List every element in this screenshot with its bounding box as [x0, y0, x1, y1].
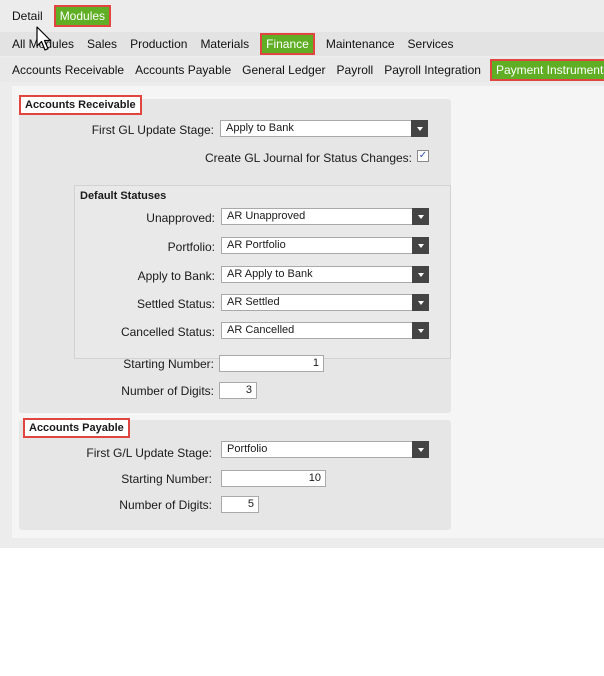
ap-number-of-digits-input[interactable]: 5	[221, 496, 259, 513]
chevron-down-icon[interactable]	[412, 208, 429, 225]
settled-status-select[interactable]: AR Settled	[221, 294, 429, 311]
tab-production[interactable]: Production	[130, 36, 187, 52]
module-tab-bar: All Modules Sales Production Materials F…	[0, 32, 604, 56]
unapproved-label: Unapproved:	[146, 211, 215, 225]
cancelled-status-select[interactable]: AR Cancelled	[221, 322, 429, 339]
chevron-down-icon[interactable]	[412, 266, 429, 283]
portfolio-value: AR Portfolio	[227, 239, 286, 251]
ap-starting-number-input[interactable]: 10	[221, 470, 326, 487]
settings-panel: Accounts Receivable First GL Update Stag…	[12, 86, 604, 538]
default-statuses-title: Default Statuses	[80, 190, 167, 202]
tab-modules[interactable]: Modules	[53, 5, 112, 27]
ap-first-gl-update-stage-value: Portfolio	[227, 443, 268, 455]
tab-payroll-integration[interactable]: Payroll Integration	[384, 62, 481, 78]
ar-starting-number-label: Starting Number:	[123, 357, 214, 371]
accounts-payable-section: Accounts Payable First G/L Update Stage:…	[19, 418, 451, 530]
portfolio-select[interactable]: AR Portfolio	[221, 237, 429, 254]
ap-number-of-digits-label: Number of Digits:	[119, 498, 212, 512]
settled-status-label: Settled Status:	[136, 297, 215, 311]
first-gl-update-stage-label: First GL Update Stage:	[91, 123, 214, 137]
tab-detail[interactable]: Detail	[12, 8, 43, 24]
create-gl-journal-label: Create GL Journal for Status Changes:	[205, 151, 412, 165]
unapproved-value: AR Unapproved	[227, 210, 306, 222]
apply-to-bank-value: AR Apply to Bank	[227, 268, 313, 280]
tab-finance[interactable]: Finance	[260, 33, 315, 55]
tab-accounts-receivable[interactable]: Accounts Receivable	[12, 62, 124, 78]
cancelled-status-label: Cancelled Status:	[120, 325, 215, 339]
chevron-down-icon[interactable]	[411, 120, 428, 137]
ap-starting-number-label: Starting Number:	[121, 472, 212, 486]
cancelled-status-value: AR Cancelled	[227, 324, 295, 336]
tab-all-modules[interactable]: All Modules	[12, 36, 74, 52]
app-window: Detail Modules All Modules Sales Product…	[0, 0, 604, 548]
finance-tab-bar: Accounts Receivable Accounts Payable Gen…	[0, 58, 604, 82]
ap-first-gl-update-stage-label: First G/L Update Stage:	[86, 446, 212, 460]
accounts-payable-title: Accounts Payable	[23, 418, 130, 438]
chevron-down-icon[interactable]	[412, 237, 429, 254]
ar-number-of-digits-label: Number of Digits:	[121, 384, 214, 398]
tab-general-ledger[interactable]: General Ledger	[242, 62, 325, 78]
unapproved-select[interactable]: AR Unapproved	[221, 208, 429, 225]
top-tab-bar: Detail Modules	[0, 3, 604, 29]
chevron-down-icon[interactable]	[412, 294, 429, 311]
tab-sales[interactable]: Sales	[87, 36, 117, 52]
tab-materials[interactable]: Materials	[200, 36, 249, 52]
accounts-receivable-section: Accounts Receivable First GL Update Stag…	[19, 95, 451, 413]
tab-maintenance[interactable]: Maintenance	[326, 36, 395, 52]
apply-to-bank-select[interactable]: AR Apply to Bank	[221, 266, 429, 283]
chevron-down-icon[interactable]	[412, 441, 429, 458]
default-statuses-group: Default Statuses Unapproved: AR Unapprov…	[74, 185, 451, 359]
create-gl-journal-checkbox[interactable]: ✓	[417, 150, 429, 162]
tab-accounts-payable[interactable]: Accounts Payable	[135, 62, 231, 78]
settled-status-value: AR Settled	[227, 296, 280, 308]
first-gl-update-stage-value: Apply to Bank	[226, 122, 294, 134]
accounts-receivable-title: Accounts Receivable	[19, 95, 142, 115]
tab-payroll[interactable]: Payroll	[337, 62, 374, 78]
apply-to-bank-label: Apply to Bank:	[137, 269, 215, 283]
portfolio-label: Portfolio:	[167, 240, 215, 254]
first-gl-update-stage-select[interactable]: Apply to Bank	[220, 120, 428, 137]
ap-first-gl-update-stage-select[interactable]: Portfolio	[221, 441, 429, 458]
ar-starting-number-input[interactable]: 1	[219, 355, 324, 372]
ar-number-of-digits-input[interactable]: 3	[219, 382, 257, 399]
chevron-down-icon[interactable]	[412, 322, 429, 339]
tab-services[interactable]: Services	[408, 36, 454, 52]
tab-payment-instruments[interactable]: Payment Instruments	[489, 59, 604, 81]
